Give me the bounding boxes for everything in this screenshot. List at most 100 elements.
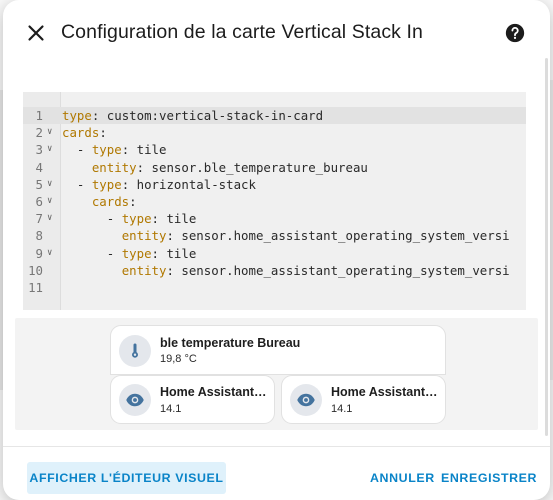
save-button[interactable]: ENREGISTRER [433, 462, 545, 494]
eye-icon [119, 384, 151, 416]
line-number: 7 [35, 211, 43, 227]
code-dash: - [106, 245, 122, 261]
code-line[interactable]: 2 ∨ cards: [23, 124, 526, 141]
line-number: 8 [35, 228, 43, 244]
yaml-value: tile [129, 142, 167, 158]
fold-chevron-icon[interactable]: ∨ [47, 245, 52, 262]
tile-state: 14.1 [331, 403, 353, 415]
code-text: entity: sensor.home_assistant_operating_… [62, 227, 510, 244]
cancel-button[interactable]: ANNULER [362, 462, 443, 494]
code-line[interactable]: 4 entity: sensor.ble_temperature_bureau [23, 159, 526, 176]
fold-chevron-icon[interactable]: ∨ [47, 141, 52, 158]
tile-name: Home Assistant Operating System Version [331, 385, 439, 399]
tile-state: 14.1 [160, 403, 182, 415]
line-number: 1 [35, 108, 43, 123]
dialog-title: Configuration de la carte Vertical Stack… [61, 21, 423, 43]
yaml-value: sensor.home_assistant_operating_system_v… [173, 228, 510, 244]
code-line[interactable]: 8 entity: sensor.home_assistant_operatin… [23, 227, 526, 244]
code-line[interactable]: 11 [23, 279, 526, 296]
yaml-key: cards [62, 125, 100, 141]
yaml-value: sensor.home_assistant_operating_system_v… [173, 262, 510, 278]
yaml-colon: : [151, 245, 159, 261]
code-text: cards: [62, 193, 137, 210]
code-line[interactable]: 5 ∨ - type: horizontal-stack [23, 176, 526, 193]
yaml-value: tile [159, 211, 197, 227]
yaml-colon: : [166, 262, 174, 278]
code-text: - type: tile [62, 210, 197, 227]
fold-chevron-icon[interactable]: ∨ [47, 176, 52, 193]
line-number: 10 [28, 262, 43, 278]
footer-divider [3, 446, 550, 447]
code-text: cards: [62, 124, 107, 141]
code-text: entity: sensor.home_assistant_operating_… [62, 262, 510, 279]
code-dash: - [106, 211, 122, 227]
tile-ble-temperature[interactable]: ble temperature Bureau 19,8 °C [110, 325, 446, 375]
code-line[interactable]: 3 ∨ - type: tile [23, 141, 526, 158]
line-number: 9 [35, 245, 43, 261]
yaml-key: type [91, 142, 122, 158]
tile-os-version-2[interactable]: Home Assistant Operating System Version … [281, 375, 446, 424]
code-text: entity: sensor.ble_temperature_bureau [62, 159, 368, 176]
code-text: - type: tile [62, 245, 197, 262]
fold-chevron-icon[interactable]: ∨ [47, 210, 52, 227]
yaml-code-editor[interactable]: 1 type: custom:vertical-stack-in-card 2 ∨ ca… [23, 92, 526, 310]
line-number: 11 [28, 279, 43, 295]
yaml-colon: : [166, 228, 174, 244]
yaml-key: cards [91, 193, 130, 209]
line-number: 3 [35, 142, 43, 158]
tile-state: 19,8 °C [160, 353, 197, 365]
tile-name: Home Assistant Operating System Version [160, 385, 268, 399]
yaml-colon: : [129, 193, 137, 209]
thermometer-icon [119, 335, 151, 367]
code-line[interactable]: 1 type: custom:vertical-stack-in-card [23, 107, 526, 125]
yaml-key: type [62, 108, 92, 123]
line-number: 5 [35, 176, 43, 192]
fold-chevron-icon[interactable]: ∨ [47, 193, 52, 210]
tile-os-version-1[interactable]: Home Assistant Operating System Version … [110, 375, 275, 424]
yaml-value: tile [159, 245, 197, 261]
line-number: 6 [35, 193, 43, 209]
yaml-value: sensor.ble_temperature_bureau [144, 159, 368, 175]
line-number: 4 [35, 159, 43, 175]
code-line[interactable]: 6 ∨ cards: [23, 193, 526, 210]
fold-chevron-icon[interactable]: ∨ [47, 124, 52, 141]
yaml-key: entity [121, 228, 167, 244]
dialog-header: Configuration de la carte Vertical Stack… [3, 0, 550, 66]
yaml-key: entity [121, 262, 167, 278]
yaml-key: type [121, 245, 152, 261]
yaml-value: horizontal-stack [129, 176, 256, 192]
code-line[interactable]: 7 ∨ - type: tile [23, 210, 526, 227]
yaml-colon: : [151, 211, 159, 227]
yaml-value: custom:vertical-stack-in-card [99, 108, 324, 123]
code-line[interactable]: 10 entity: sensor.home_assistant_operati… [23, 262, 526, 279]
vertical-stack-preview: ble temperature Bureau 19,8 °C Home Assi… [110, 325, 446, 424]
code-text: type: custom:vertical-stack-in-card [62, 107, 323, 124]
line-number: 2 [35, 125, 43, 141]
yaml-key: entity [91, 159, 137, 175]
help-circle-icon[interactable] [504, 22, 526, 44]
eye-icon [290, 384, 322, 416]
code-text: - type: horizontal-stack [62, 176, 256, 193]
code-dash: - [76, 142, 92, 158]
yaml-key: type [91, 176, 122, 192]
close-icon[interactable] [23, 20, 49, 46]
tile-name: ble temperature Bureau [160, 336, 301, 350]
code-dash: - [76, 176, 92, 192]
yaml-key: type [121, 211, 152, 227]
code-lines: 1 type: custom:vertical-stack-in-card 2 ∨ ca… [23, 107, 526, 296]
yaml-colon: : [99, 125, 107, 141]
card-config-dialog: Configuration de la carte Vertical Stack… [3, 0, 550, 500]
scrollbar[interactable] [545, 58, 548, 436]
yaml-colon: : [136, 159, 145, 175]
code-line[interactable]: 9 ∨ - type: tile [23, 245, 526, 262]
code-text: - type: tile [62, 141, 167, 158]
show-visual-editor-button[interactable]: AFFICHER L'ÉDITEUR VISUEL [27, 462, 226, 494]
